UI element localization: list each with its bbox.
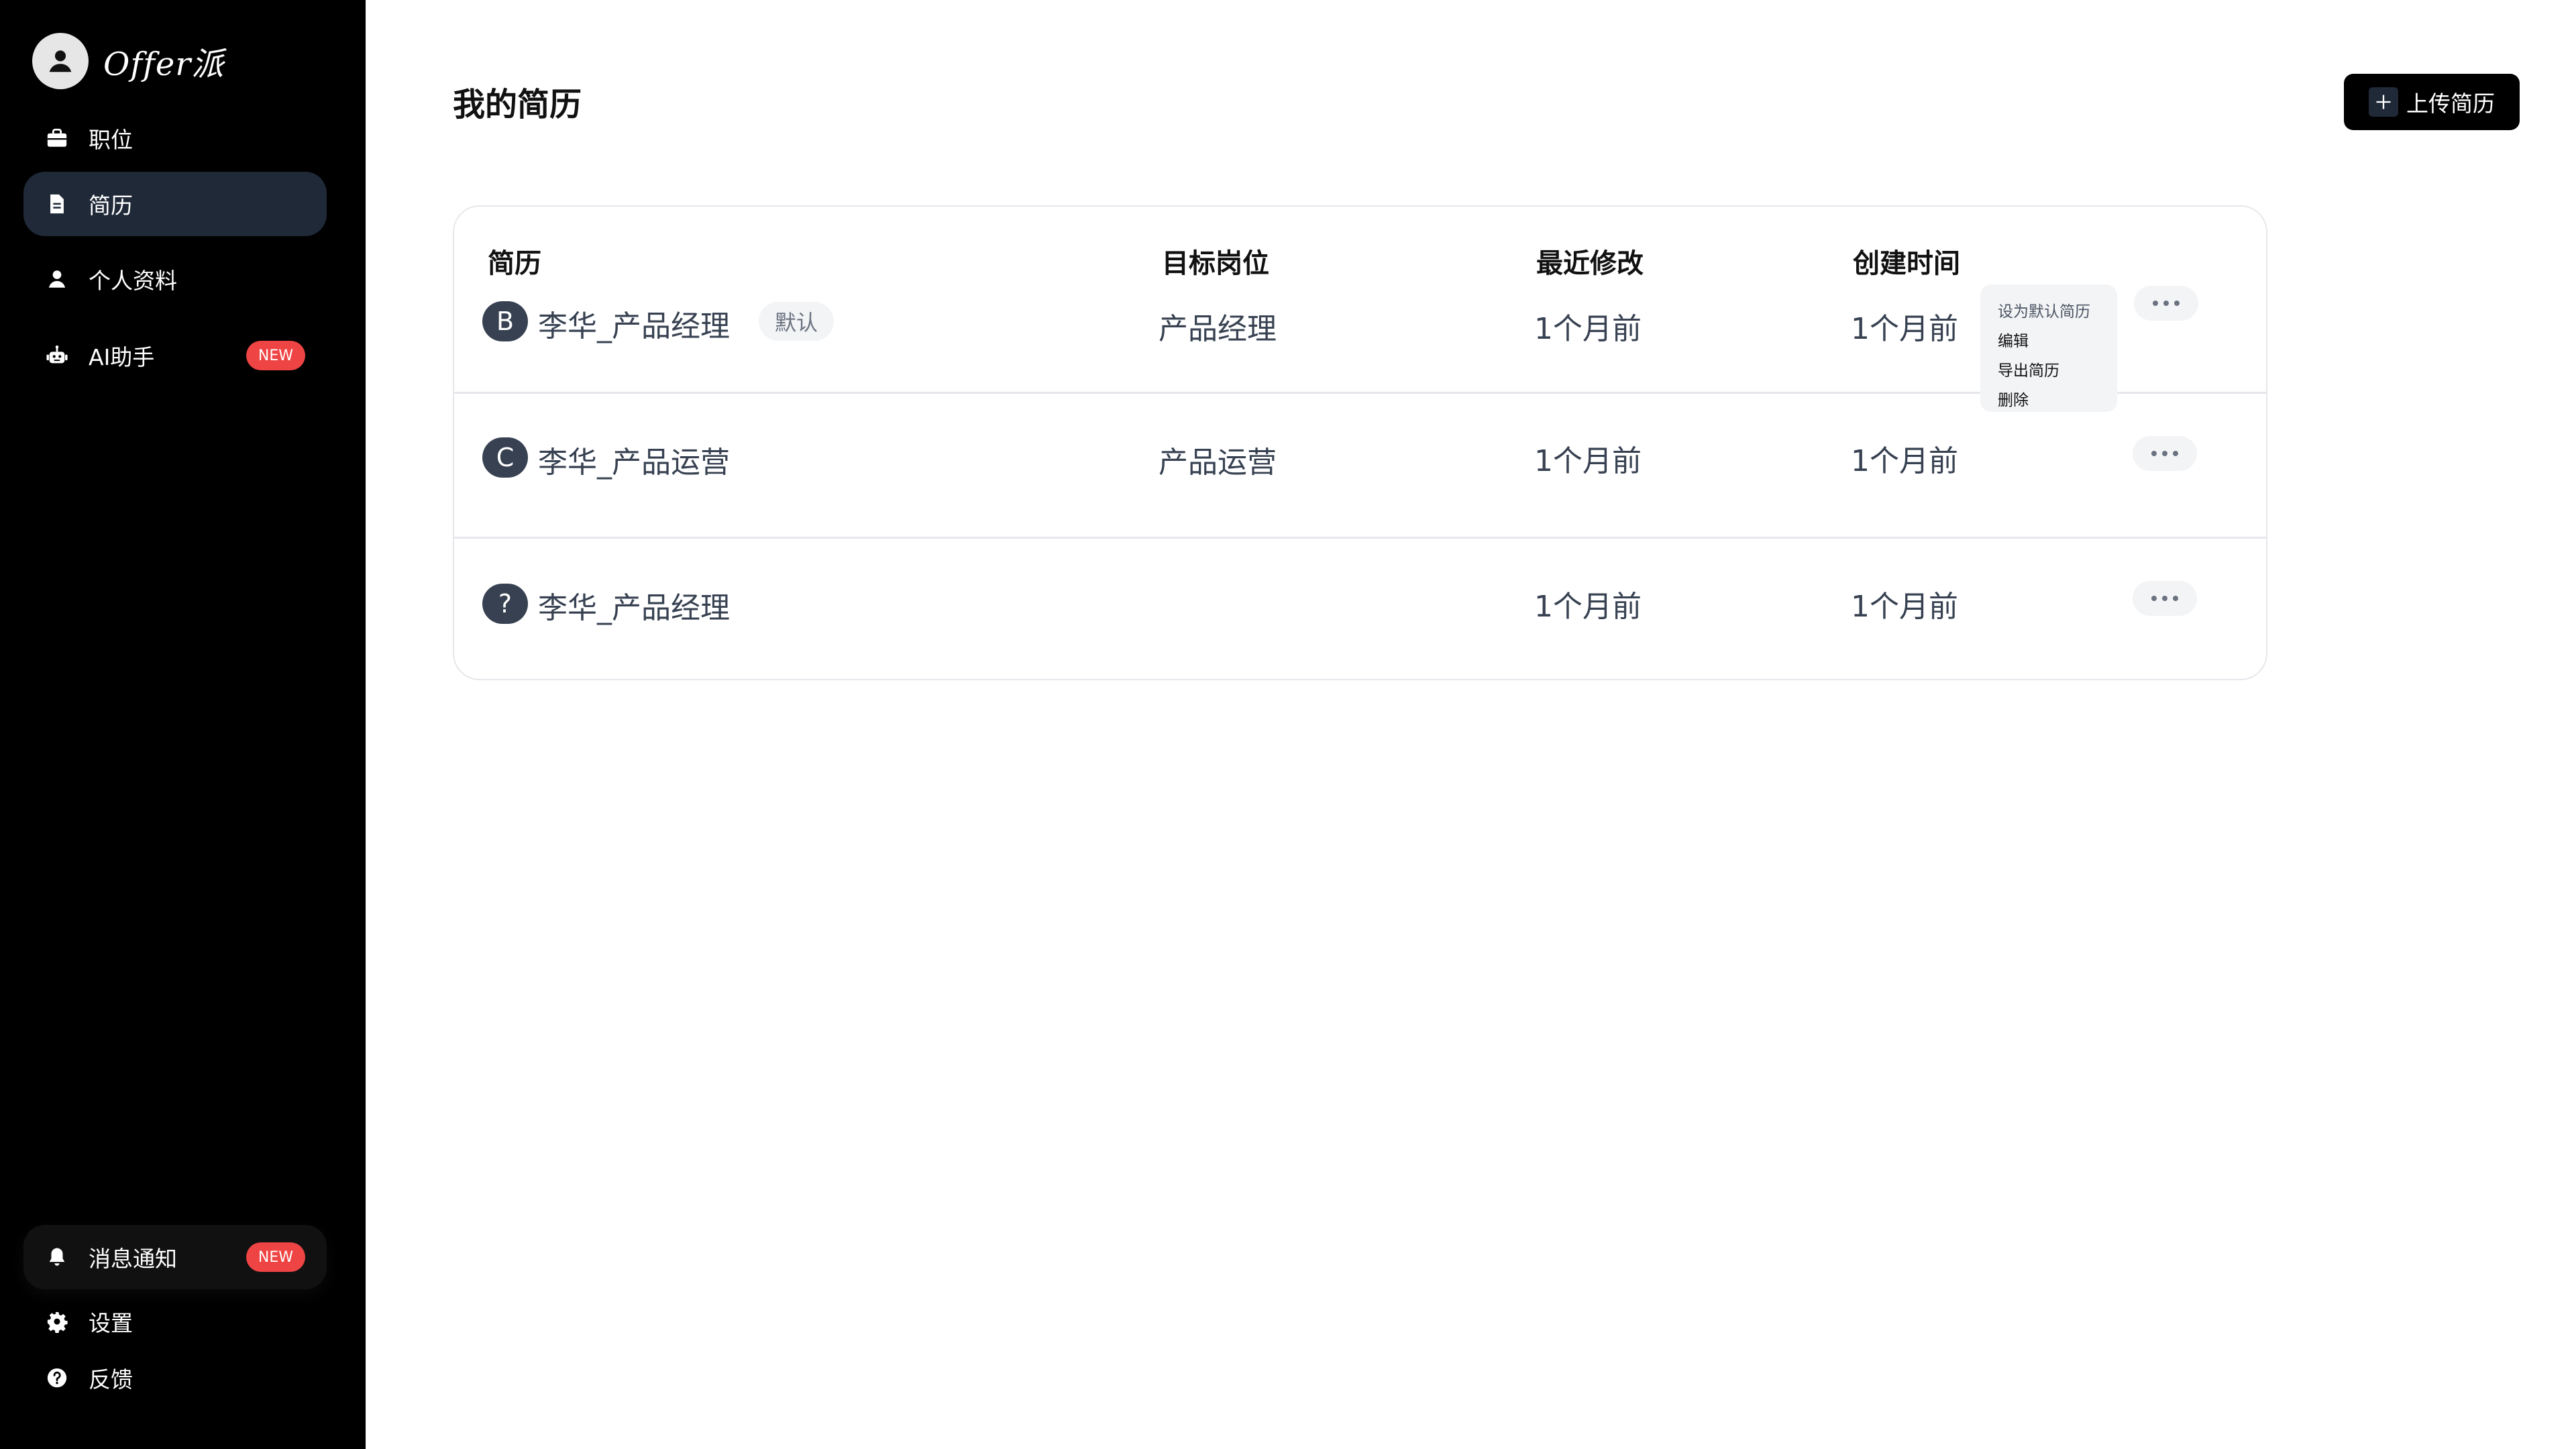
user-avatar-icon[interactable] [32, 32, 89, 89]
more-options-button[interactable] [2133, 436, 2197, 471]
brand[interactable]: Offer派 [32, 32, 224, 89]
menu-item-set-default[interactable]: 设为默认简历 [1998, 295, 2117, 325]
dot [2163, 301, 2169, 306]
resume-letter-badge: C [482, 437, 528, 478]
resume-name[interactable]: 李华_产品经理 [538, 584, 730, 627]
options-dropdown-menu: 设为默认简历 编辑 导出简历 删除 [1980, 284, 2117, 412]
new-badge: NEW [246, 341, 305, 370]
sidebar-item-label: 个人资料 [89, 268, 177, 294]
menu-item-delete[interactable]: 删除 [1998, 384, 2117, 413]
menu-item-edit[interactable]: 编辑 [1998, 325, 2117, 354]
dot [2162, 596, 2167, 601]
help-icon [44, 1364, 70, 1391]
resume-table: 简历 目标岗位 最近修改 创建时间 B 李华_产品经理 默认 产品经理 1个月前… [453, 205, 2267, 680]
plus-icon [2369, 87, 2398, 117]
target-position: 产品经理 [1159, 312, 1277, 346]
more-options-button[interactable] [2133, 581, 2197, 616]
created-time: 1个月前 [1851, 444, 1958, 478]
sidebar-item-label: 设置 [89, 1310, 133, 1336]
sidebar: Offer派 职位 简历 个人资料 AI助手 NEW 消息通知 NEW 设置 反… [0, 0, 366, 1449]
resume-letter-badge: B [482, 301, 528, 341]
sidebar-item-label: 反馈 [89, 1366, 133, 1393]
row-divider [454, 537, 2266, 539]
dot [2162, 451, 2167, 456]
gear-icon [44, 1308, 70, 1335]
sidebar-item-profile[interactable]: 个人资料 [23, 247, 327, 311]
created-time: 1个月前 [1851, 590, 1958, 624]
column-header-created-time: 创建时间 [1853, 248, 1960, 279]
upload-resume-button[interactable]: 上传简历 [2344, 74, 2520, 130]
briefcase-icon [44, 125, 70, 152]
dot [2151, 451, 2157, 456]
more-options-button[interactable] [2134, 286, 2198, 321]
page-title: 我的简历 [453, 86, 582, 123]
dot [2174, 301, 2180, 306]
sidebar-item-label: 简历 [89, 193, 133, 219]
user-icon [44, 266, 70, 292]
sidebar-item-resume[interactable]: 简历 [23, 172, 327, 236]
sidebar-item-settings[interactable]: 设置 [23, 1289, 327, 1354]
sidebar-item-label: AI助手 [89, 344, 155, 370]
sidebar-item-ai-assistant[interactable]: AI助手 NEW [23, 323, 327, 388]
sidebar-item-label: 消息通知 [89, 1246, 177, 1272]
upload-resume-label: 上传简历 [2406, 91, 2495, 117]
last-modified: 1个月前 [1534, 312, 1642, 346]
brand-logo: Offer派 [103, 45, 225, 83]
column-header-last-modified: 最近修改 [1536, 248, 1644, 279]
target-position: 产品运营 [1159, 445, 1277, 480]
robot-icon [44, 342, 70, 369]
resume-name[interactable]: 李华_产品经理 [538, 302, 730, 345]
document-icon [44, 191, 70, 217]
dot [2151, 596, 2157, 601]
last-modified: 1个月前 [1534, 444, 1642, 478]
sidebar-item-jobs[interactable]: 职位 [23, 106, 327, 170]
sidebar-item-feedback[interactable]: 反馈 [23, 1346, 327, 1410]
column-header-resume: 简历 [488, 248, 541, 279]
dot [2173, 596, 2178, 601]
sidebar-item-notifications[interactable]: 消息通知 NEW [23, 1225, 327, 1289]
new-badge: NEW [246, 1242, 305, 1272]
resume-letter-badge: ? [482, 584, 528, 624]
resume-name[interactable]: 李华_产品运营 [538, 438, 730, 481]
last-modified: 1个月前 [1534, 590, 1642, 624]
created-time: 1个月前 [1851, 312, 1958, 346]
default-tag: 默认 [759, 302, 835, 341]
dot [2173, 451, 2178, 456]
column-header-target-position: 目标岗位 [1162, 248, 1269, 279]
dot [2153, 301, 2158, 306]
bell-icon [44, 1244, 70, 1271]
sidebar-item-label: 职位 [89, 127, 133, 153]
menu-item-export[interactable]: 导出简历 [1998, 354, 2117, 384]
